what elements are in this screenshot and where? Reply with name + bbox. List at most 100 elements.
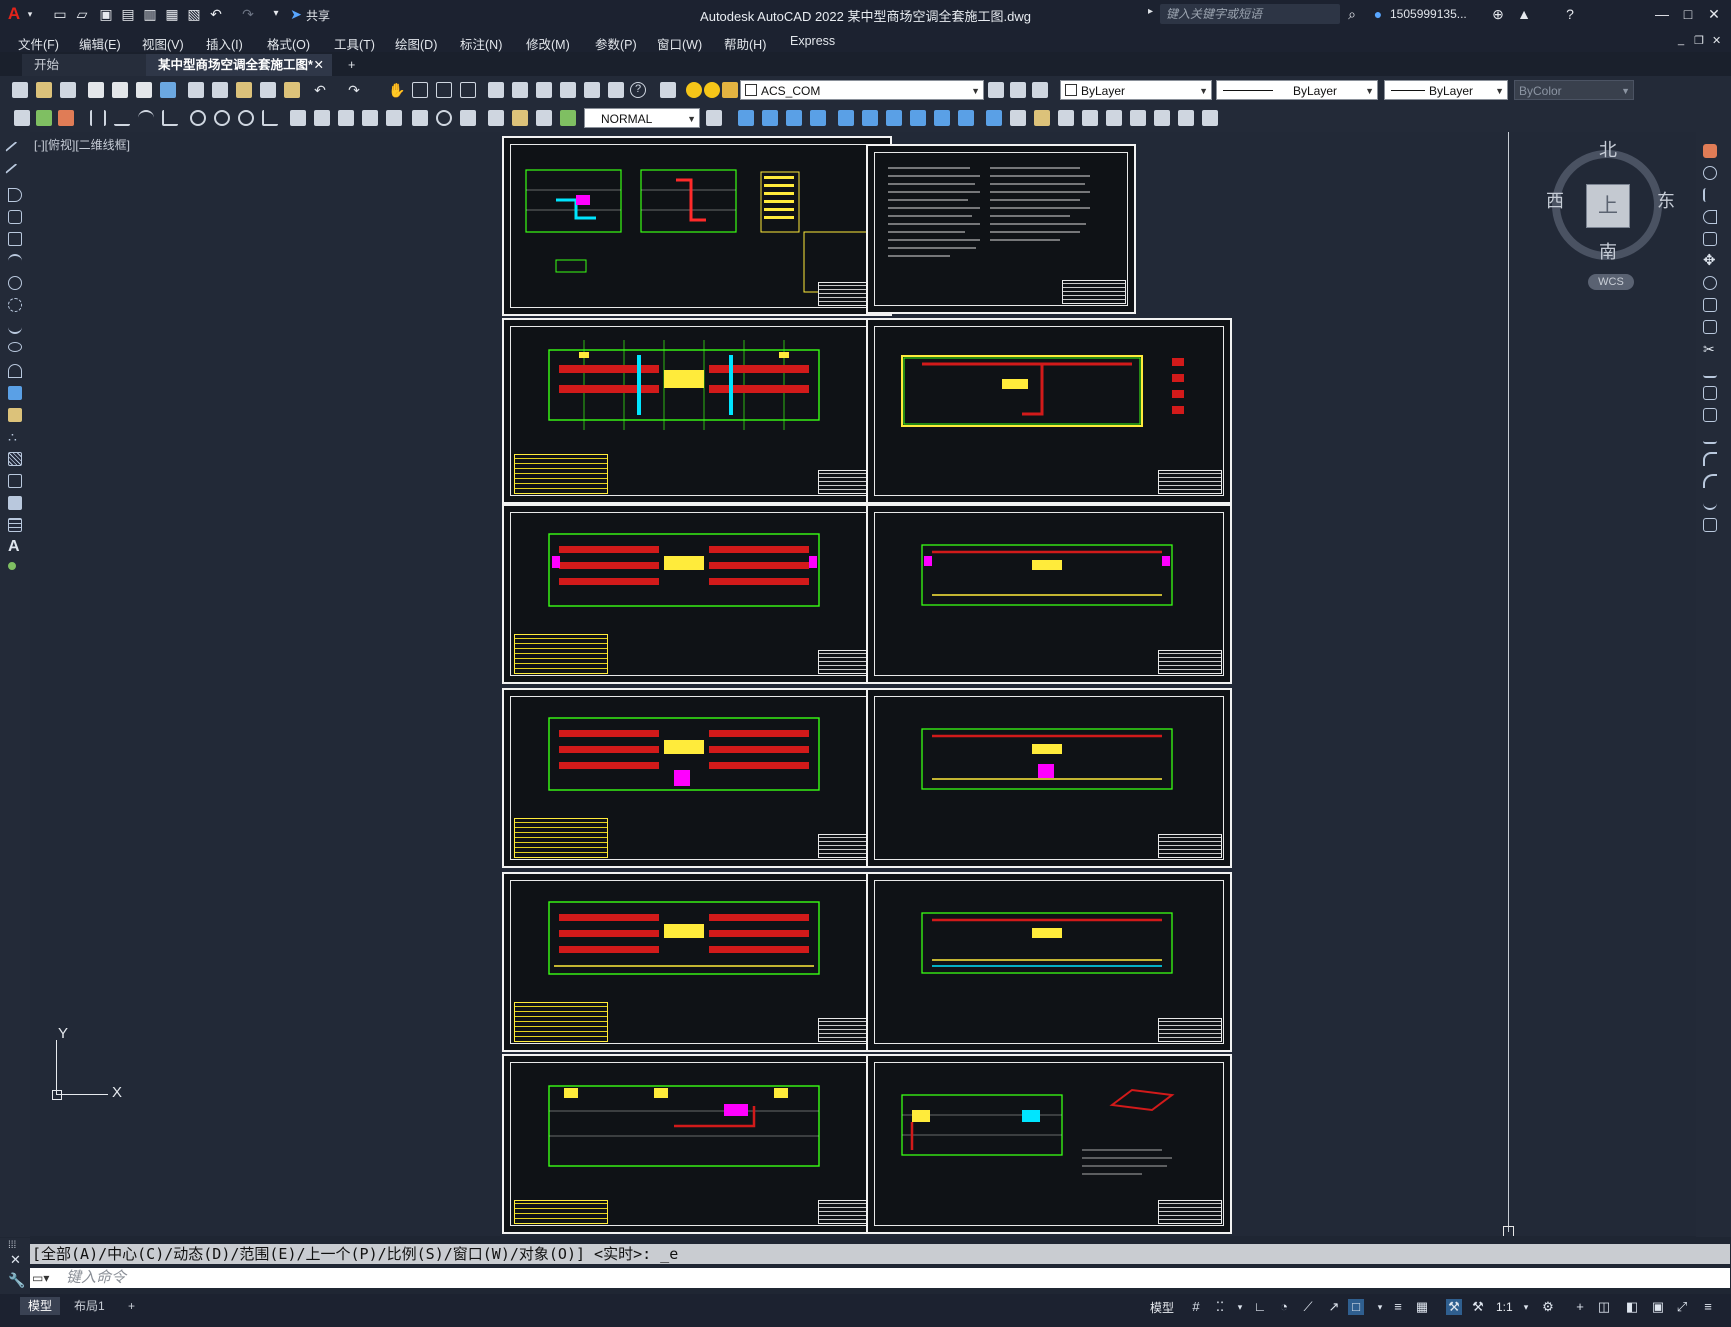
viewcube-face[interactable]: 上: [1586, 184, 1630, 228]
doc-minimize-icon[interactable]: _: [1678, 34, 1684, 46]
view-left-icon[interactable]: [786, 110, 802, 126]
scale-icon[interactable]: [1703, 298, 1717, 312]
region-icon[interactable]: [8, 496, 22, 510]
cut-icon[interactable]: [188, 82, 204, 98]
drawing-sheet-12[interactable]: [866, 1054, 1232, 1234]
zoom-realtime-icon[interactable]: [412, 82, 428, 98]
construction-line-icon[interactable]: [5, 163, 25, 183]
user-icon[interactable]: ●: [1370, 6, 1386, 22]
blend-curves-icon[interactable]: [1703, 496, 1717, 510]
view-bottom-icon[interactable]: [862, 110, 878, 126]
visual-style-conceptual-icon[interactable]: [1058, 110, 1074, 126]
viewcube-west[interactable]: 西: [1546, 187, 1564, 213]
drawing-sheet-9[interactable]: [502, 872, 892, 1052]
gradient-icon[interactable]: [8, 474, 22, 488]
visual-style-hidden-icon[interactable]: [1010, 110, 1026, 126]
join-icon[interactable]: [1703, 430, 1717, 444]
polyline-icon[interactable]: [8, 188, 22, 202]
user-name[interactable]: 1505999135...: [1390, 7, 1467, 21]
redo-icon[interactable]: ↷: [346, 82, 362, 98]
grip-dots-icon[interactable]: ⁞⁞⁞: [8, 1240, 16, 1251]
calculator-icon[interactable]: [608, 82, 624, 98]
trim-icon[interactable]: ✂: [1703, 342, 1717, 356]
tolerance-icon[interactable]: [412, 110, 428, 126]
pan-icon[interactable]: ✋: [388, 82, 405, 98]
doc-restore-icon[interactable]: ❐: [1694, 34, 1704, 47]
menu-file[interactable]: 文件(F): [18, 34, 59, 53]
drawing-sheet-1[interactable]: [502, 136, 892, 316]
menu-help[interactable]: 帮助(H): [724, 34, 766, 53]
view-back-icon[interactable]: [762, 110, 778, 126]
design-center-icon[interactable]: [512, 82, 528, 98]
chevron-down-icon[interactable]: ▾: [1518, 1299, 1534, 1315]
zoom-window-icon[interactable]: [436, 82, 452, 98]
sheet-set-icon[interactable]: [560, 82, 576, 98]
revision-cloud-icon[interactable]: [8, 298, 22, 312]
visual-style-realistic-icon[interactable]: [1034, 110, 1050, 126]
annotation-monitor-icon[interactable]: +: [1572, 1299, 1588, 1315]
jogged-dim-icon[interactable]: [214, 110, 230, 126]
cart-icon[interactable]: ⊕: [1490, 6, 1506, 22]
undo-icon[interactable]: ↶: [312, 82, 328, 98]
view-right-icon[interactable]: [810, 110, 826, 126]
viewport-controls-label[interactable]: [-][俯视][二维线框]: [34, 136, 130, 153]
explode-icon[interactable]: [1703, 518, 1717, 532]
array-icon[interactable]: [1703, 232, 1717, 246]
inspect-icon[interactable]: [460, 110, 476, 126]
drawing-sheet-8[interactable]: [866, 688, 1232, 868]
visual-style-manager-icon[interactable]: [1082, 110, 1098, 126]
menu-edit[interactable]: 编辑(E): [79, 34, 121, 53]
spline-icon[interactable]: [8, 320, 22, 334]
dim-break-icon[interactable]: [386, 110, 402, 126]
view-front-icon[interactable]: [738, 110, 754, 126]
copy-icon[interactable]: [212, 82, 228, 98]
customize-wrench-icon[interactable]: 🔧: [8, 1272, 25, 1289]
dim-update-icon[interactable]: [58, 110, 74, 126]
layer-thaw-icon[interactable]: [704, 82, 720, 98]
search-icon[interactable]: ⌕: [1344, 6, 1360, 22]
chevron-down-icon[interactable]: ▾: [1232, 1299, 1248, 1315]
arc-dim-icon[interactable]: [138, 110, 154, 126]
table-icon[interactable]: [8, 518, 22, 532]
chamfer-icon[interactable]: [1703, 452, 1717, 466]
customization-menu-icon[interactable]: ≡: [1700, 1299, 1716, 1315]
workspace-gear-icon[interactable]: ⚙: [1540, 1299, 1556, 1315]
tool-palettes-icon[interactable]: [536, 82, 552, 98]
match-properties-icon[interactable]: [260, 82, 276, 98]
view-se-iso-icon[interactable]: [910, 110, 926, 126]
linear-dim-icon[interactable]: [90, 110, 106, 126]
line-icon[interactable]: [5, 141, 25, 161]
grip-point[interactable]: [1503, 1226, 1514, 1236]
command-input[interactable]: ▭▾ 键入命令: [30, 1268, 1730, 1288]
drawing-sheet-10[interactable]: [866, 872, 1232, 1052]
layer-properties-icon[interactable]: [660, 82, 676, 98]
viewcube-south[interactable]: 南: [1599, 238, 1617, 264]
point-icon[interactable]: ∴: [8, 430, 22, 444]
radius-dim-icon[interactable]: [190, 110, 206, 126]
drawing-sheet-5[interactable]: [502, 504, 892, 684]
drawing-sheet-6[interactable]: [866, 504, 1232, 684]
viewcube-north[interactable]: 北: [1599, 136, 1617, 162]
orbit-icon[interactable]: [1106, 110, 1122, 126]
dimstyle-dropdown[interactable]: NORMAL ▼: [584, 108, 700, 128]
drawing-sheet-7[interactable]: [502, 688, 892, 868]
plot-icon[interactable]: [88, 82, 104, 98]
close-icon[interactable]: ✕: [10, 1252, 21, 1268]
menu-modify[interactable]: 修改(M): [526, 34, 570, 53]
menu-tools[interactable]: 工具(T): [334, 34, 375, 53]
angular-dim-icon[interactable]: [262, 110, 278, 126]
layer-unlock-icon[interactable]: [722, 82, 738, 98]
drawing-sheet-2[interactable]: [866, 144, 1136, 314]
insert-block-icon[interactable]: [8, 386, 22, 400]
visual-style-wire-icon[interactable]: [986, 110, 1002, 126]
zoom-previous-icon[interactable]: [460, 82, 476, 98]
wcs-menu[interactable]: WCS: [1588, 274, 1634, 290]
drawing-sheet-4[interactable]: [866, 318, 1232, 504]
layer-previous-icon[interactable]: [1010, 82, 1026, 98]
publish-icon[interactable]: [136, 82, 152, 98]
stretch-icon[interactable]: [1703, 320, 1717, 334]
menu-parametric[interactable]: 参数(P): [595, 34, 637, 53]
3d-print-icon[interactable]: [160, 82, 176, 98]
ortho-icon[interactable]: ∟: [1252, 1299, 1268, 1315]
search-expand-icon[interactable]: ▸: [1148, 6, 1153, 17]
